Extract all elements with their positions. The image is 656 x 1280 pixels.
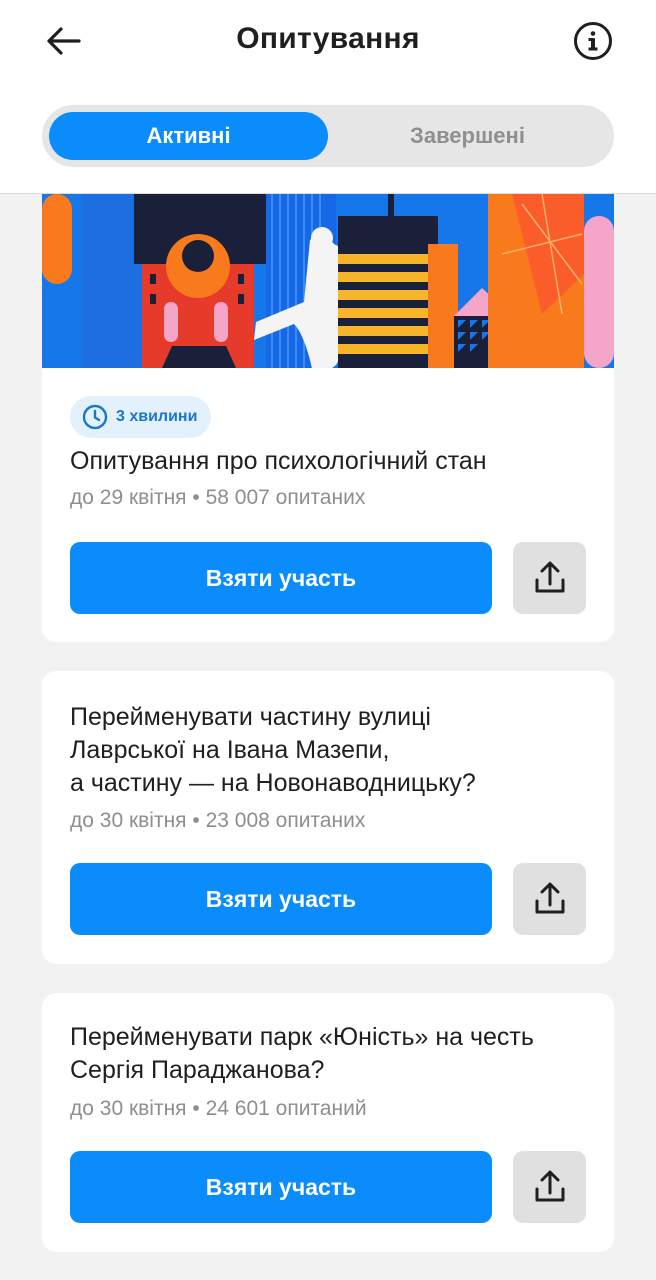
poll-title: Перейменувати частину вулиці Лаврської н… — [70, 703, 476, 797]
poll-banner-image — [42, 194, 614, 368]
share-icon — [535, 561, 564, 593]
clock-icon — [82, 404, 108, 430]
poll-title: Опитування про психологічний стан — [70, 447, 487, 475]
join-button[interactable]: Взяти участь — [70, 863, 492, 935]
poll-card: 3 хвилини Опитування про психологічний с… — [42, 194, 614, 642]
info-button[interactable] — [570, 18, 616, 64]
poll-card: Перейменувати парк «Юність» на честь Сер… — [42, 993, 614, 1252]
poll-card: Перейменувати частину вулиці Лаврської н… — [42, 671, 614, 964]
share-button[interactable] — [513, 863, 586, 935]
poll-title: Перейменувати парк «Юність» на честь Сер… — [70, 1023, 534, 1084]
poll-meta: до 30 квітня • 24 601 опитаний — [70, 1097, 367, 1120]
join-button[interactable]: Взяти участь — [70, 542, 492, 614]
duration-badge: 3 хвилини — [70, 396, 212, 438]
page-title: Опитування — [236, 22, 420, 55]
top-bar: Опитування Активні Завершені — [0, 0, 656, 194]
join-button[interactable]: Взяти участь — [70, 1151, 492, 1223]
status-tabs: Активні Завершені — [42, 105, 614, 167]
share-button[interactable] — [513, 542, 586, 614]
tab-active[interactable]: Активні — [49, 112, 328, 160]
duration-label: 3 хвилини — [116, 408, 198, 425]
share-icon — [535, 1170, 564, 1202]
poll-meta: до 30 квітня • 23 008 опитаних — [70, 809, 366, 832]
tab-completed[interactable]: Завершені — [328, 112, 607, 160]
share-icon — [535, 882, 564, 914]
info-icon — [574, 22, 612, 60]
poll-meta: до 29 квітня • 58 007 опитаних — [70, 486, 366, 509]
share-button[interactable] — [513, 1151, 586, 1223]
